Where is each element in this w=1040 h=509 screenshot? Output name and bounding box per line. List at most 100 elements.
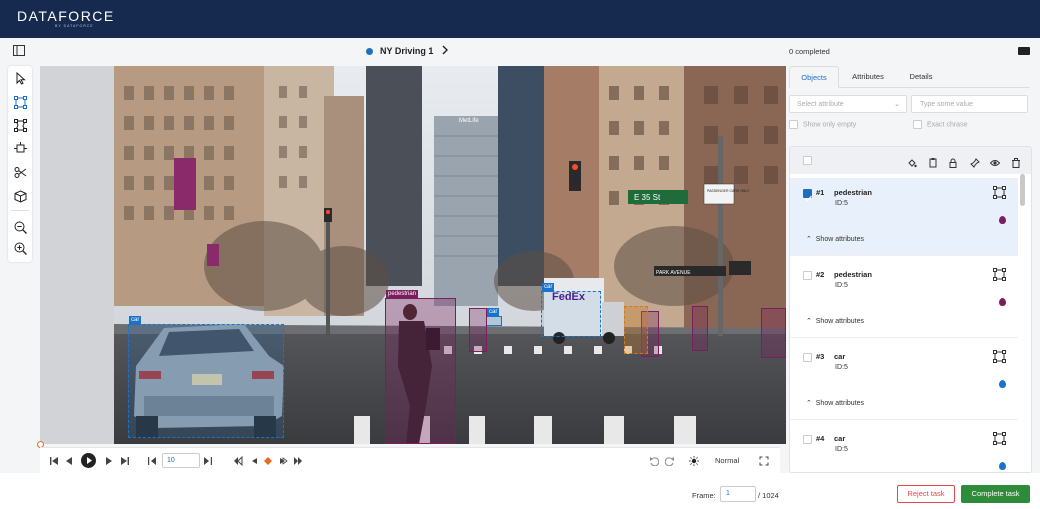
object-class: pedestrian	[834, 188, 872, 197]
pin-icon[interactable]	[970, 155, 981, 168]
bounding-box-icon	[993, 432, 1006, 445]
object-id: ID:5	[835, 364, 848, 371]
step-back-icon[interactable]	[146, 455, 157, 466]
object-checkbox[interactable]	[803, 435, 812, 444]
bbox-pedestrian-4[interactable]	[692, 306, 708, 351]
color-fill-icon[interactable]	[907, 155, 918, 168]
bbox-car-3[interactable]: car	[541, 283, 601, 337]
copy-icon[interactable]	[928, 155, 939, 168]
keyframe-diamond-icon[interactable]	[262, 455, 273, 466]
prev-key-icon[interactable]	[248, 455, 259, 466]
object-number: #3	[816, 352, 825, 361]
bbox-car-2[interactable]: car	[486, 308, 502, 326]
show-attributes-toggle[interactable]: ⌃ Show attributes	[806, 399, 864, 407]
complete-task-button[interactable]: Complete task	[961, 485, 1030, 503]
app-logo[interactable]: DATAFORCE	[17, 8, 115, 24]
color-drop-icon[interactable]	[999, 380, 1006, 388]
show-attributes-toggle[interactable]: ⌃ Show attributes	[806, 235, 864, 243]
app-logo-subtitle: BY DATAFORCE	[55, 24, 94, 28]
frame-number-input[interactable]: 1	[720, 486, 756, 502]
tab-attributes[interactable]: Attributes	[843, 66, 893, 88]
chevron-down-icon: ⌄	[894, 101, 900, 108]
brightness-icon[interactable]	[688, 455, 699, 466]
task-header	[0, 38, 1040, 66]
object-item-2[interactable]: #2 pedestrian ID:5 ⌃ Show attributes	[790, 260, 1018, 338]
playback-speed[interactable]: Normal	[715, 456, 739, 465]
next-keyframe-icon[interactable]	[292, 455, 303, 466]
object-item-4[interactable]: #4 car ID:5	[790, 424, 1018, 472]
next-key-icon[interactable]	[277, 455, 288, 466]
passenger-sign-text: PASSENGER CARS ONLY	[707, 189, 750, 193]
object-item-3[interactable]: #3 car ID:5 ⌃ Show attributes	[790, 342, 1018, 420]
building-sign: MetLife	[459, 118, 479, 124]
trash-icon[interactable]	[1011, 155, 1022, 168]
fullscreen-icon[interactable]	[758, 455, 769, 466]
object-item-1[interactable]: #1 pedestrian ID:5 ⌃ Show attributes	[790, 178, 1018, 256]
skip-end-icon[interactable]	[119, 455, 130, 466]
tab-details[interactable]: Details	[897, 66, 945, 88]
bbox-pedestrian-2[interactable]	[469, 308, 487, 352]
attribute-select-placeholder: Select attribute	[797, 101, 844, 108]
player-controls: 10 Normal	[40, 447, 780, 473]
show-attributes-label: Show attributes	[815, 236, 865, 243]
bounding-box-icon[interactable]	[12, 94, 28, 110]
bbox-car-1[interactable]: car	[128, 316, 284, 438]
color-drop-icon[interactable]	[999, 216, 1006, 224]
prev-frame-icon[interactable]	[63, 455, 74, 466]
object-checkbox[interactable]	[803, 353, 812, 362]
play-button[interactable]	[81, 453, 96, 468]
scissors-icon[interactable]	[12, 164, 28, 180]
frame-total: / 1024	[758, 491, 779, 500]
zoom-out-icon[interactable]	[12, 219, 28, 235]
step-forward-icon[interactable]	[202, 455, 213, 466]
object-class: pedestrian	[834, 270, 872, 279]
objects-list: #1 pedestrian ID:5 ⌃ Show attributes #2 …	[789, 146, 1032, 473]
object-checkbox[interactable]	[803, 271, 812, 280]
keypoints-icon[interactable]	[12, 140, 28, 156]
lock-icon[interactable]	[948, 155, 959, 168]
avenue-sign-text: PARK AVENUE	[656, 270, 691, 276]
zoom-in-icon[interactable]	[12, 240, 28, 256]
bbox-pedestrian-1[interactable]: pedestrian	[385, 290, 456, 444]
redo-icon[interactable]	[664, 455, 675, 466]
reject-task-button[interactable]: Reject task	[897, 485, 955, 503]
cursor-icon[interactable]	[12, 70, 28, 86]
object-id: ID:5	[835, 446, 848, 453]
bbox-label: car	[542, 283, 555, 292]
polygon-icon[interactable]	[12, 117, 28, 133]
select-all-checkbox[interactable]	[803, 156, 812, 165]
bbox-pedestrian-5[interactable]	[761, 308, 786, 358]
toolbar-divider	[11, 210, 29, 211]
color-drop-icon[interactable]	[999, 298, 1006, 306]
keyboard-icon[interactable]	[1018, 47, 1030, 55]
show-only-empty-checkbox[interactable]: Show only empty	[789, 120, 856, 129]
annotation-canvas[interactable]: MetLife FedEx E 35 St PASSENGER CARS ONL…	[40, 66, 786, 444]
attribute-value-input[interactable]: Type some value	[911, 95, 1028, 113]
prev-keyframe-icon[interactable]	[232, 455, 243, 466]
video-frame[interactable]: MetLife FedEx E 35 St PASSENGER CARS ONL…	[114, 66, 786, 444]
tab-objects[interactable]: Objects	[789, 66, 839, 88]
task-status-dot	[366, 48, 373, 55]
skip-start-icon[interactable]	[48, 455, 59, 466]
show-attributes-label: Show attributes	[815, 400, 865, 407]
street-sign-text: E 35 St	[634, 193, 661, 202]
panel-tabs: Objects Attributes Details	[789, 66, 1030, 88]
chevron-right-icon[interactable]	[440, 44, 450, 56]
cuboid-icon[interactable]	[12, 188, 28, 204]
eye-icon[interactable]	[989, 155, 1001, 166]
show-attributes-toggle[interactable]: ⌃ Show attributes	[806, 317, 864, 325]
next-frame-icon[interactable]	[103, 455, 114, 466]
attribute-select[interactable]: Select attribute ⌄	[789, 95, 907, 113]
color-drop-icon[interactable]	[999, 462, 1006, 470]
checkbox-icon	[913, 120, 922, 129]
frame-step-input[interactable]: 10	[162, 453, 200, 468]
objects-scrollbar[interactable]	[1020, 174, 1025, 206]
panel-toggle-icon[interactable]	[13, 45, 25, 56]
bbox-label: car	[129, 316, 142, 325]
object-checkbox-checked[interactable]	[803, 189, 812, 202]
undo-icon[interactable]	[648, 455, 659, 466]
object-number: #2	[816, 270, 825, 279]
task-title[interactable]: NY Driving 1	[380, 46, 433, 56]
bbox-object-orange[interactable]	[624, 306, 648, 354]
exact-phrase-checkbox[interactable]: Exact chrase	[913, 120, 967, 129]
